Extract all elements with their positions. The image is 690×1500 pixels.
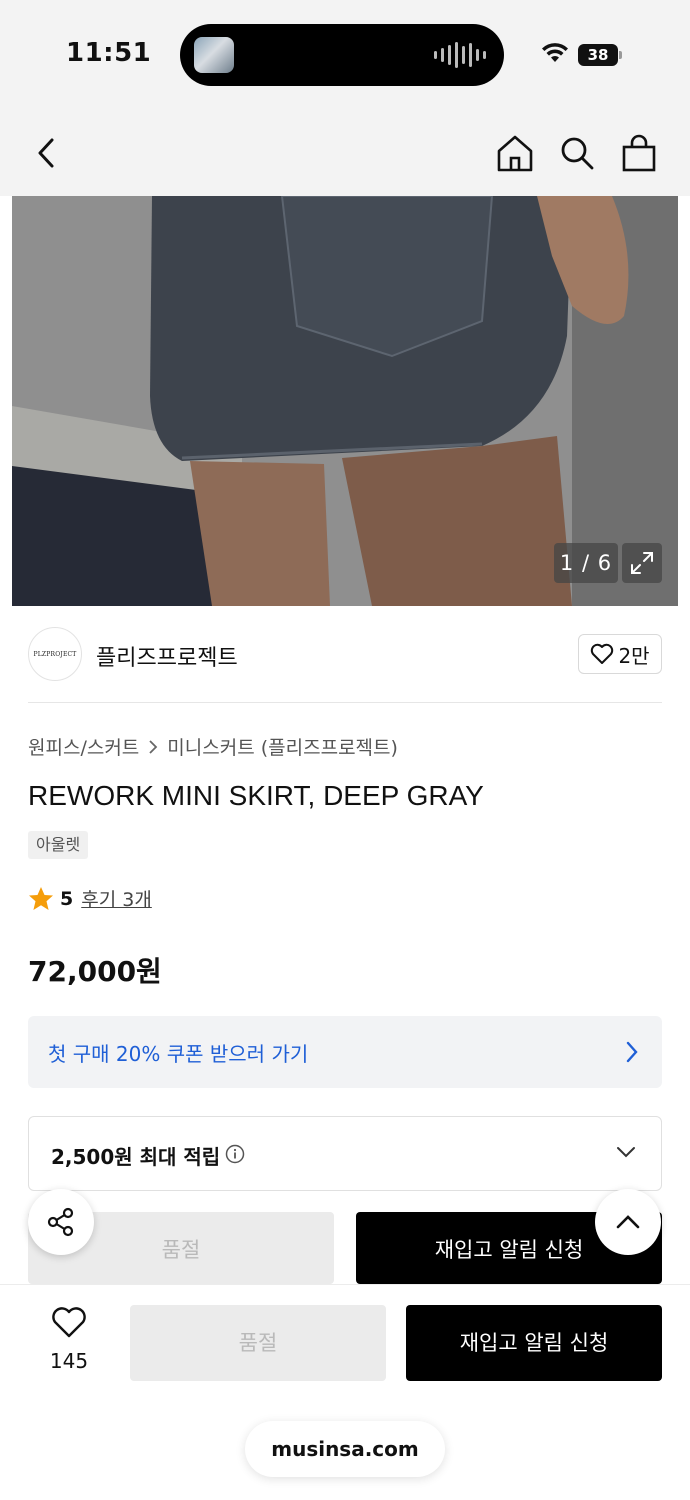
brand-logo-text: PLZPROJECT	[33, 650, 77, 658]
rating-score: 5	[60, 887, 74, 910]
outlet-badge: 아울렛	[28, 831, 89, 859]
breadcrumb: 원피스/스커트 미니스커트 (플리즈프로젝트)	[28, 733, 398, 760]
product-price: 72,000원	[28, 955, 162, 988]
audio-wave-icon	[434, 42, 486, 68]
divider	[28, 702, 662, 703]
chevron-right-icon	[626, 1041, 638, 1063]
brand-like-button[interactable]: 2만	[578, 634, 662, 674]
coupon-label: 첫 구매 20% 쿠폰 받으러 가기	[48, 1042, 309, 1066]
product-title: REWORK MINI SKIRT, DEEP GRAY	[28, 780, 484, 811]
bottom-sold-out-button: 품절	[130, 1305, 386, 1381]
home-icon	[497, 135, 533, 172]
like-count: 145	[49, 1349, 89, 1373]
chevron-down-icon	[617, 1147, 635, 1158]
share-icon	[47, 1207, 74, 1237]
brand-logo[interactable]: PLZPROJECT	[28, 627, 82, 681]
scroll-top-button[interactable]	[595, 1189, 661, 1255]
top-nav	[0, 110, 690, 196]
breadcrumb-subcategory[interactable]: 미니스커트 (플리즈프로젝트)	[167, 733, 398, 760]
cart-button[interactable]	[618, 132, 660, 174]
brand-like-count: 2만	[618, 643, 650, 668]
battery-indicator: 38	[578, 44, 622, 66]
rating-row: 5 후기 3개	[28, 885, 152, 912]
points-accordion[interactable]: 2,500원 최대 적립	[28, 1116, 662, 1191]
search-button[interactable]	[556, 132, 598, 174]
expand-icon	[631, 552, 653, 574]
chevron-up-icon	[616, 1215, 640, 1229]
browser-url-bar[interactable]: musinsa.com	[245, 1421, 445, 1477]
image-counter: 1 / 6	[554, 543, 618, 583]
coupon-banner[interactable]: 첫 구매 20% 쿠폰 받으러 가기	[28, 1016, 662, 1088]
dynamic-island	[180, 24, 504, 86]
share-button[interactable]	[28, 1189, 94, 1255]
status-bar: 11:51 38	[0, 0, 690, 110]
chevron-right-icon	[149, 739, 158, 754]
info-icon[interactable]	[225, 1144, 245, 1164]
bottom-restock-notify-button[interactable]: 재입고 알림 신청	[406, 1305, 662, 1381]
search-icon	[561, 137, 594, 170]
brand-name[interactable]: 플리즈프로젝트	[96, 640, 238, 672]
status-time: 11:51	[66, 38, 152, 68]
bottom-action-bar: 145 품절 재입고 알림 신청 musinsa.com	[0, 1284, 690, 1500]
like-button[interactable]	[46, 1307, 92, 1343]
now-playing-thumbnail	[194, 37, 234, 73]
points-label: 2,500원 최대 적립	[51, 1145, 221, 1169]
expand-button[interactable]	[622, 543, 662, 583]
breadcrumb-category[interactable]: 원피스/스커트	[28, 733, 139, 760]
battery-level: 38	[578, 44, 618, 66]
star-icon	[29, 887, 53, 910]
home-button[interactable]	[494, 132, 536, 174]
cart-icon	[622, 134, 656, 172]
wifi-icon	[542, 43, 568, 62]
reviews-link[interactable]: 후기 3개	[81, 885, 152, 912]
back-icon	[38, 138, 54, 168]
back-button[interactable]	[26, 132, 68, 174]
heart-icon	[591, 643, 614, 664]
heart-icon	[52, 1307, 86, 1338]
